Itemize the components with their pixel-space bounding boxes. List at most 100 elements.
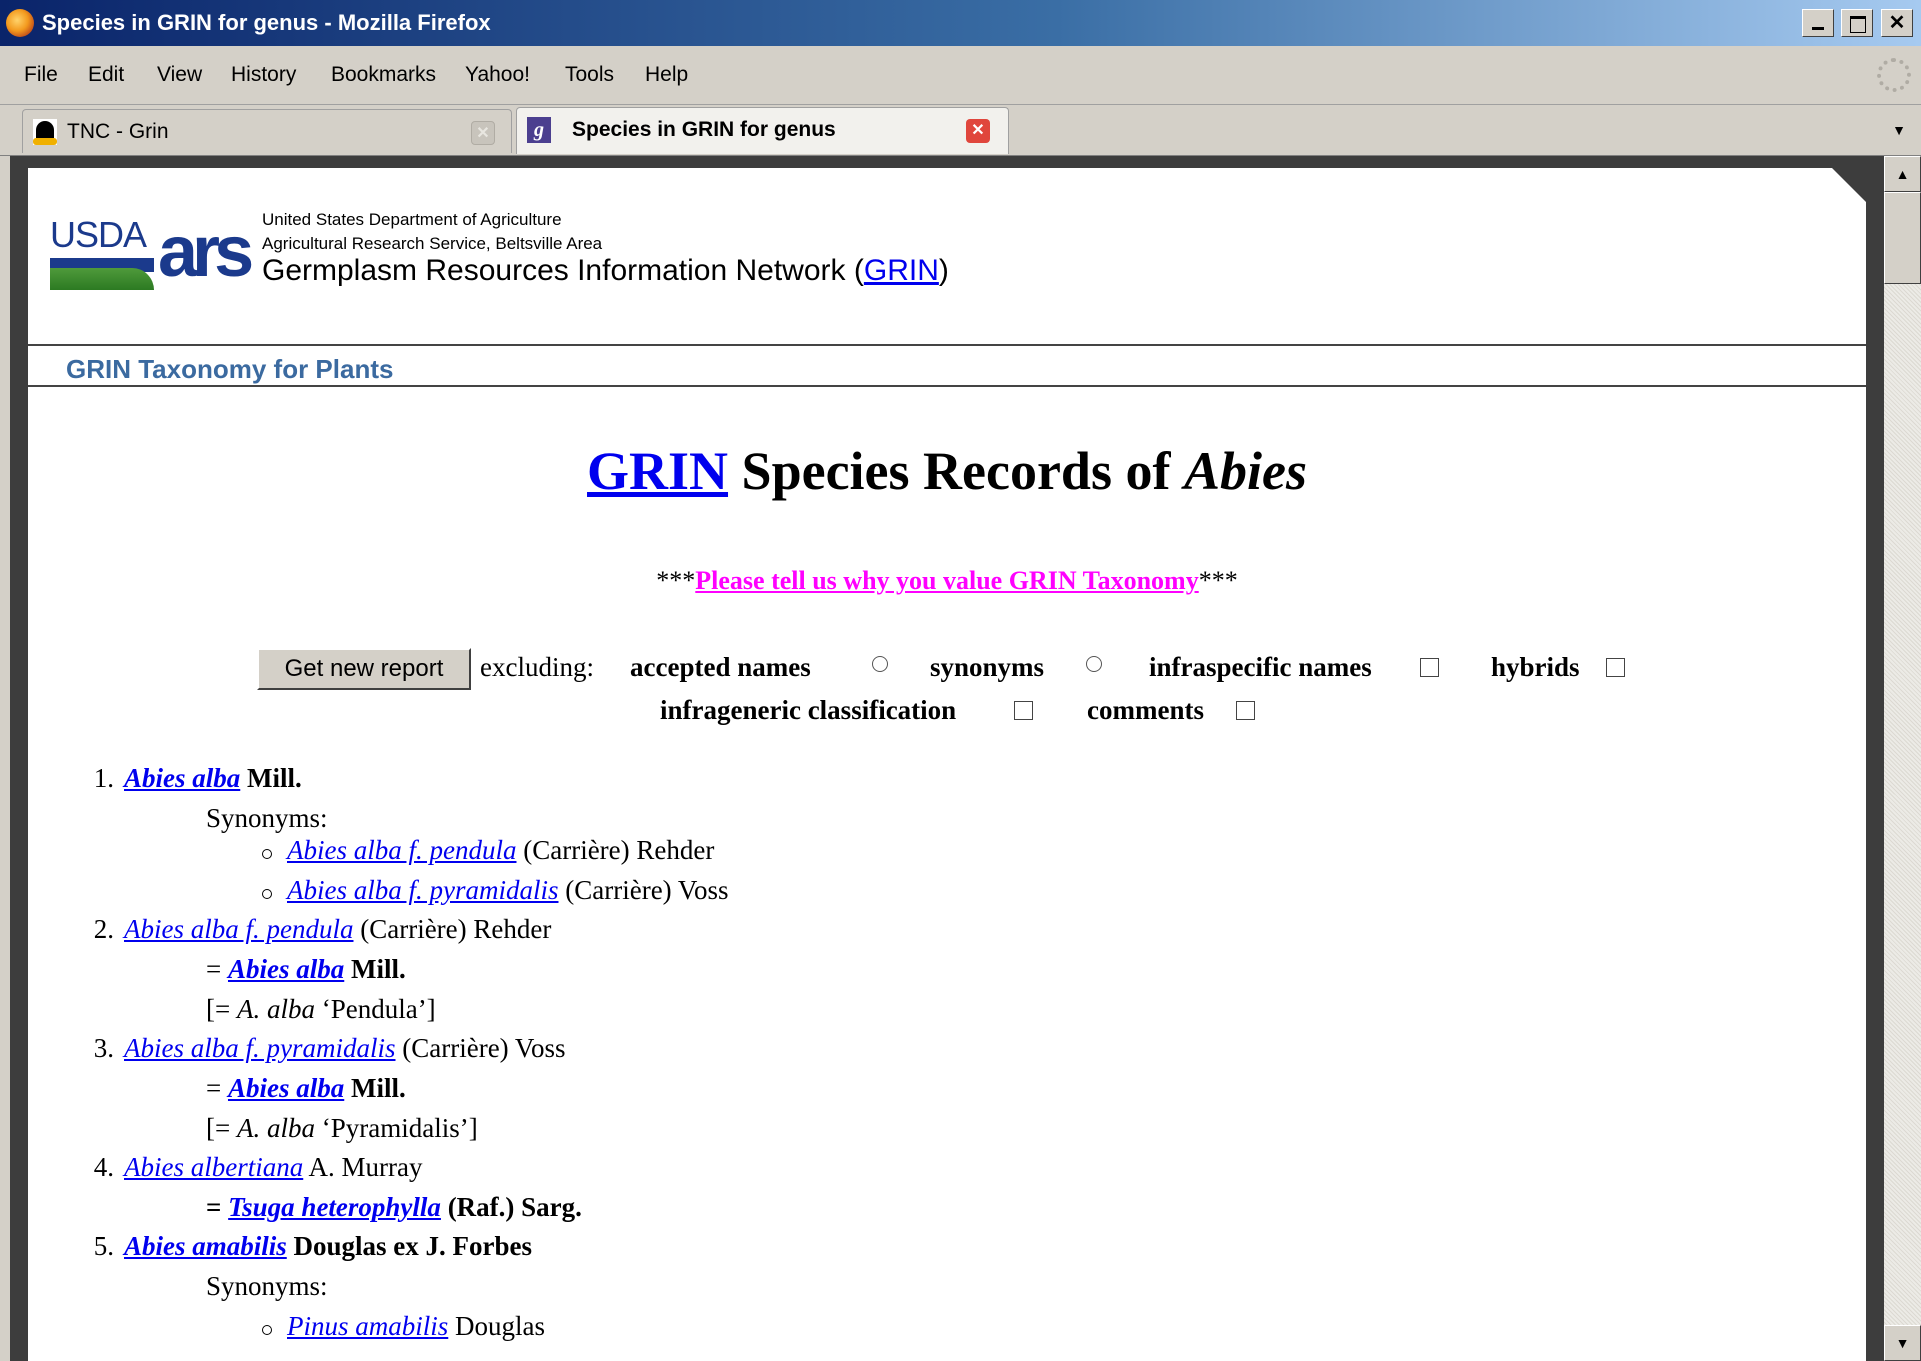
usda-logo-field xyxy=(50,268,154,290)
record-name-link[interactable]: Abies albertiana xyxy=(124,1152,303,1182)
accepted-name-link[interactable]: Abies alba xyxy=(228,1073,344,1103)
grin-home-link[interactable]: GRIN xyxy=(864,254,939,287)
maximize-button[interactable] xyxy=(1840,9,1873,37)
bullet-icon xyxy=(262,1325,272,1335)
menu-tools[interactable]: Tools xyxy=(565,46,614,104)
accepted-name-reference: = Tsuga heterophylla (Raf.) Sarg. xyxy=(206,1192,582,1223)
synonym-link[interactable]: Pinus amabilis xyxy=(287,1311,448,1341)
window-title: Species in GRIN for genus - Mozilla Fire… xyxy=(42,10,491,35)
network-title-suffix: ) xyxy=(938,254,949,287)
feedback-stars-right: *** xyxy=(1198,566,1238,595)
grin-heading-link[interactable]: GRIN xyxy=(587,441,728,501)
scrollbar-thumb[interactable] xyxy=(1884,192,1921,284)
hybrids-checkbox[interactable] xyxy=(1606,658,1625,677)
section-divider xyxy=(28,385,1866,387)
note-rest: ‘Pendula’] xyxy=(314,994,436,1024)
tab-close-button[interactable]: ✕ xyxy=(966,119,990,143)
synonym-author: (Carrière) Rehder xyxy=(516,835,715,865)
menu-yahoo[interactable]: Yahoo! xyxy=(465,46,530,104)
get-new-report-button[interactable]: Get new report xyxy=(257,648,471,690)
network-title: Germplasm Resources Information Network … xyxy=(262,254,949,288)
record-name-link[interactable]: Abies alba xyxy=(124,763,240,793)
menu-bookmarks[interactable]: Bookmarks xyxy=(331,46,436,104)
equals-sign: = xyxy=(206,954,228,984)
record-number: 1. xyxy=(93,763,114,793)
record-author: Mill. xyxy=(240,763,302,793)
page-corner-decoration xyxy=(1832,168,1866,202)
window-titlebar: Species in GRIN for genus - Mozilla Fire… xyxy=(0,0,1921,46)
maximize-icon xyxy=(1849,16,1866,33)
page-title-genus: Abies xyxy=(1183,441,1307,501)
accepted-name-reference: = Abies alba Mill. xyxy=(206,954,406,985)
record-number: 2. xyxy=(93,914,114,944)
accepted-name-link[interactable]: Tsuga heterophylla xyxy=(228,1192,441,1222)
activity-throbber-icon xyxy=(1877,58,1911,92)
record-name-link[interactable]: Abies alba f. pyramidalis xyxy=(124,1033,396,1063)
accepted-name-author: Mill. xyxy=(344,1073,406,1103)
record-author: (Carrière) Voss xyxy=(395,1033,566,1063)
header-divider xyxy=(28,344,1866,346)
vertical-scrollbar[interactable]: ▲ ▼ xyxy=(1884,156,1921,1361)
note-italic: A. alba xyxy=(236,994,315,1024)
cultivar-note: [= A. alba ‘Pyramidalis’] xyxy=(206,1113,478,1144)
tab-bar: TNC - Grin ✕ g Species in GRIN for genus… xyxy=(0,105,1921,156)
scroll-down-button[interactable]: ▼ xyxy=(1884,1325,1921,1361)
cultivar-note: [= A. alba ‘Pendula’] xyxy=(206,994,436,1025)
synonym-item: Abies alba f. pendula (Carrière) Rehder xyxy=(287,835,714,866)
feedback-stars-left: *** xyxy=(656,566,696,595)
comments-checkbox[interactable] xyxy=(1236,701,1255,720)
tab-label: TNC - Grin xyxy=(67,120,169,143)
content-frame: USDA ars United States Department of Agr… xyxy=(10,156,1884,1361)
option-hybrids-label: hybrids xyxy=(1491,652,1580,682)
note-open: [= xyxy=(206,1113,237,1143)
agency-subname: Agricultural Research Service, Beltsvill… xyxy=(262,234,603,253)
record-name-link[interactable]: Abies amabilis xyxy=(124,1231,287,1261)
menu-help[interactable]: Help xyxy=(645,46,688,104)
accepted-names-radio[interactable] xyxy=(872,656,888,672)
menu-history[interactable]: History xyxy=(231,46,296,104)
ars-logo-text: ars xyxy=(158,212,254,292)
accepted-name-link[interactable]: Abies alba xyxy=(228,954,344,984)
record-number: 4. xyxy=(93,1152,114,1182)
tab-close-button[interactable]: ✕ xyxy=(471,121,495,145)
bullet-icon xyxy=(262,889,272,899)
close-icon: ✕ xyxy=(1888,12,1906,34)
synonyms-radio[interactable] xyxy=(1086,656,1102,672)
menu-bar: File Edit View History Bookmarks Yahoo! … xyxy=(0,46,1921,105)
record-author: (Carrière) Rehder xyxy=(353,914,552,944)
record-number: 3. xyxy=(93,1033,114,1063)
tab-list-dropdown-button[interactable]: ▼ xyxy=(1877,105,1921,155)
synonym-link[interactable]: Abies alba f. pendula xyxy=(287,835,516,865)
infraspecific-names-checkbox[interactable] xyxy=(1420,658,1439,677)
scroll-up-button[interactable]: ▲ xyxy=(1884,156,1921,192)
accepted-name-author: Mill. xyxy=(344,954,406,984)
synonym-item: Pinus amabilis Douglas xyxy=(287,1311,545,1342)
grin-g-icon: g xyxy=(527,117,551,143)
network-title-prefix: Germplasm Resources Information Network … xyxy=(262,254,864,287)
option-infraspecific-label: infraspecific names xyxy=(1149,652,1372,682)
note-rest: ‘Pyramidalis’] xyxy=(314,1113,478,1143)
minimize-icon xyxy=(1812,27,1825,30)
option-accepted-names-label: accepted names xyxy=(630,652,811,682)
close-window-button[interactable]: ✕ xyxy=(1881,9,1913,37)
minimize-button[interactable] xyxy=(1802,9,1835,37)
feedback-link[interactable]: Please tell us why you value GRIN Taxono… xyxy=(695,566,1198,595)
tab-label: Species in GRIN for genus xyxy=(572,118,836,141)
tab-species-in-grin[interactable]: g Species in GRIN for genus ✕ xyxy=(516,107,1009,154)
synonym-link[interactable]: Abies alba f. pyramidalis xyxy=(287,875,559,905)
record-name-link[interactable]: Abies alba f. pendula xyxy=(124,914,353,944)
tab-tnc-grin[interactable]: TNC - Grin ✕ xyxy=(22,109,512,153)
window-controls: ✕ xyxy=(1800,9,1913,37)
synonym-item: Abies alba f. pyramidalis (Carrière) Vos… xyxy=(287,875,728,906)
usda-ars-logo: USDA ars xyxy=(50,214,260,292)
menu-edit[interactable]: Edit xyxy=(88,46,124,104)
synonym-author: Douglas xyxy=(448,1311,546,1341)
menu-view[interactable]: View xyxy=(157,46,202,104)
section-title: GRIN Taxonomy for Plants xyxy=(66,354,394,384)
accepted-name-reference: = Abies alba Mill. xyxy=(206,1073,406,1104)
page-title: GRIN Species Records of Abies xyxy=(28,440,1866,502)
infrageneric-classification-checkbox[interactable] xyxy=(1014,701,1033,720)
linux-penguin-icon xyxy=(33,119,57,145)
option-synonyms-label: synonyms xyxy=(930,652,1045,682)
menu-file[interactable]: File xyxy=(24,46,58,104)
